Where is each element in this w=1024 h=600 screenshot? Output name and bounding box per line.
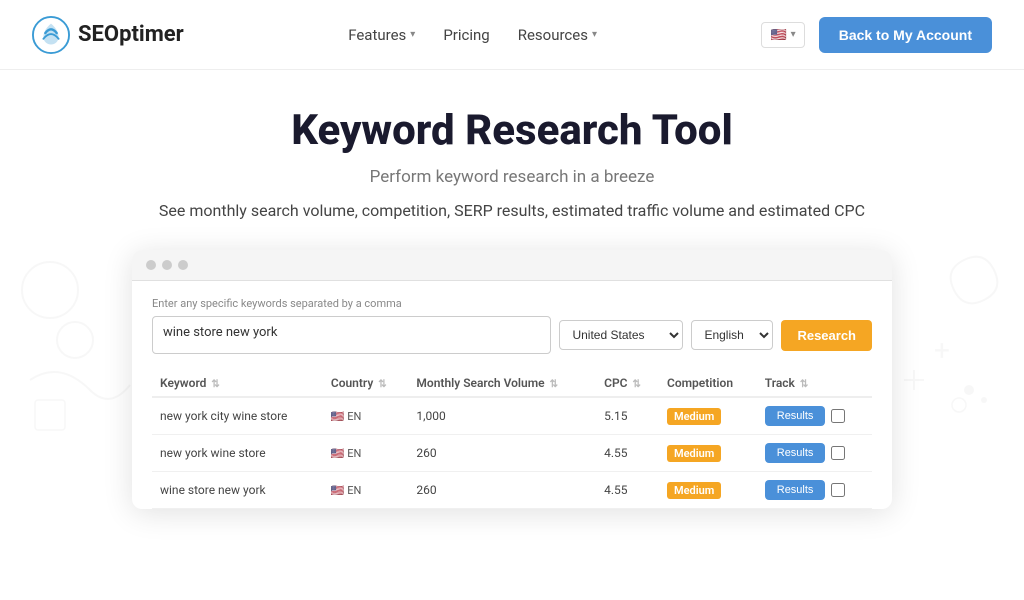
competition-badge: Medium	[667, 445, 721, 462]
table-row: new york city wine store 🇺🇸 EN 1,000 5.1…	[152, 397, 872, 435]
competition-badge: Medium	[667, 408, 721, 425]
cell-volume: 260	[408, 435, 596, 472]
logo-icon	[32, 16, 70, 54]
track-checkbox[interactable]	[831, 446, 845, 460]
chevron-down-icon: ▾	[592, 29, 597, 40]
cell-competition: Medium	[659, 397, 757, 435]
track-checkbox[interactable]	[831, 483, 845, 497]
cell-track[interactable]: Results	[757, 472, 872, 509]
browser-wrapper: + Enter any specific keywords separated …	[0, 240, 1024, 509]
cell-country: 🇺🇸 EN	[323, 472, 409, 509]
keyword-input[interactable]	[152, 316, 551, 354]
nav-features[interactable]: Features ▾	[348, 26, 415, 44]
research-button[interactable]: Research	[781, 320, 872, 351]
cell-cpc: 5.15	[596, 397, 659, 435]
chevron-down-icon: ▾	[791, 29, 796, 40]
browser-dot-2	[162, 260, 172, 270]
nav-links: Features ▾ Pricing Resources ▾	[348, 26, 597, 44]
cell-keyword: new york city wine store	[152, 397, 323, 435]
browser-dot-1	[146, 260, 156, 270]
col-volume: Monthly Search Volume ⇅	[408, 370, 596, 397]
sort-icon: ⇅	[550, 379, 558, 390]
cell-volume: 260	[408, 472, 596, 509]
table-body: new york city wine store 🇺🇸 EN 1,000 5.1…	[152, 397, 872, 509]
browser-mockup: Enter any specific keywords separated by…	[132, 250, 892, 509]
language-select[interactable]: English Spanish French	[691, 320, 773, 350]
country-select[interactable]: United States United Kingdom Australia	[559, 320, 683, 350]
results-table: Keyword ⇅ Country ⇅ Monthly Search Volum…	[152, 370, 872, 509]
cell-country: 🇺🇸 EN	[323, 435, 409, 472]
logo-area: SEOptimer	[32, 16, 184, 54]
decoration-left	[20, 240, 140, 440]
page-title: Keyword Research Tool	[20, 106, 1004, 155]
browser-titlebar	[132, 250, 892, 281]
decoration-right: +	[884, 240, 1004, 440]
table-row: new york wine store 🇺🇸 EN 260 4.55 Mediu…	[152, 435, 872, 472]
logo-text: SEOptimer	[78, 22, 184, 47]
cell-track[interactable]: Results	[757, 435, 872, 472]
back-to-account-button[interactable]: Back to My Account	[819, 17, 992, 53]
chevron-down-icon: ▾	[410, 29, 415, 40]
cell-keyword: wine store new york	[152, 472, 323, 509]
col-keyword: Keyword ⇅	[152, 370, 323, 397]
cell-country: 🇺🇸 EN	[323, 397, 409, 435]
cell-keyword: new york wine store	[152, 435, 323, 472]
cell-volume: 1,000	[408, 397, 596, 435]
flag-emoji: 🇺🇸	[770, 27, 786, 43]
cell-track[interactable]: Results	[757, 397, 872, 435]
col-cpc: CPC ⇅	[596, 370, 659, 397]
keyword-input-label: Enter any specific keywords separated by…	[152, 297, 872, 310]
language-flag-button[interactable]: 🇺🇸 ▾	[761, 22, 804, 48]
flag-en: 🇺🇸 EN	[331, 410, 362, 423]
svg-text:+: +	[934, 334, 950, 367]
results-button[interactable]: Results	[765, 480, 826, 500]
flag-en: 🇺🇸 EN	[331, 484, 362, 497]
col-country: Country ⇅	[323, 370, 409, 397]
hero-section: Keyword Research Tool Perform keyword re…	[0, 70, 1024, 240]
sort-icon: ⇅	[633, 379, 641, 390]
nav-actions: 🇺🇸 ▾ Back to My Account	[761, 17, 992, 53]
sort-icon: ⇅	[378, 379, 386, 390]
cell-competition: Medium	[659, 435, 757, 472]
browser-dot-3	[178, 260, 188, 270]
browser-content: Enter any specific keywords separated by…	[132, 281, 892, 509]
results-button[interactable]: Results	[765, 406, 826, 426]
col-track: Track ⇅	[757, 370, 872, 397]
nav-pricing[interactable]: Pricing	[443, 26, 489, 44]
navbar: SEOptimer Features ▾ Pricing Resources ▾…	[0, 0, 1024, 70]
cell-cpc: 4.55	[596, 472, 659, 509]
sort-icon: ⇅	[800, 379, 808, 390]
col-competition: Competition	[659, 370, 757, 397]
track-checkbox[interactable]	[831, 409, 845, 423]
hero-description: See monthly search volume, competition, …	[112, 201, 912, 220]
flag-en: 🇺🇸 EN	[331, 447, 362, 460]
results-button[interactable]: Results	[765, 443, 826, 463]
nav-resources[interactable]: Resources ▾	[518, 26, 597, 44]
search-row: United States United Kingdom Australia E…	[152, 316, 872, 354]
cell-cpc: 4.55	[596, 435, 659, 472]
cell-competition: Medium	[659, 472, 757, 509]
hero-subtitle: Perform keyword research in a breeze	[20, 167, 1004, 187]
sort-icon: ⇅	[211, 379, 219, 390]
competition-badge: Medium	[667, 482, 721, 499]
table-header: Keyword ⇅ Country ⇅ Monthly Search Volum…	[152, 370, 872, 397]
table-row: wine store new york 🇺🇸 EN 260 4.55 Mediu…	[152, 472, 872, 509]
